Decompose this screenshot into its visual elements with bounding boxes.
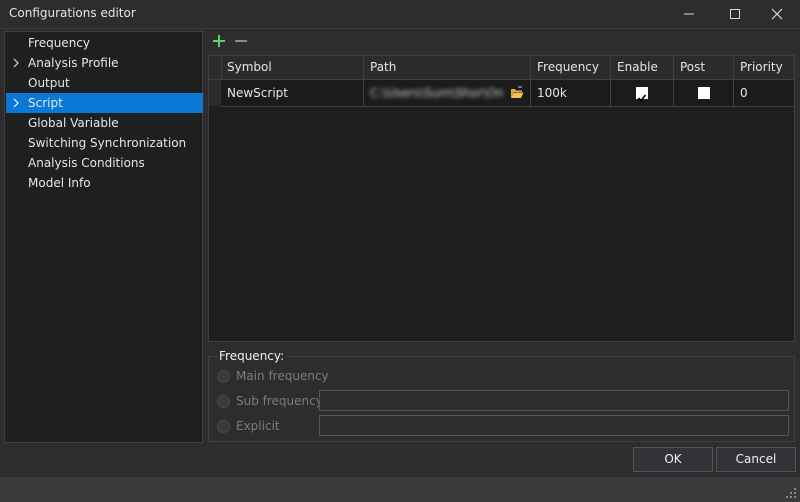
title-bar: Configurations editor [0, 0, 800, 29]
window-title: Configurations editor [9, 6, 136, 20]
status-bar [0, 476, 800, 502]
maximize-icon [730, 9, 740, 19]
nav-item-label: Analysis Profile [28, 56, 119, 70]
chevron-right-icon[interactable] [11, 56, 21, 70]
enable-checkbox[interactable] [636, 87, 648, 102]
cell-post[interactable] [674, 80, 734, 106]
add-script-button[interactable] [211, 33, 227, 49]
nav-item-label: Output [28, 76, 70, 90]
main-frequency-radio[interactable] [217, 370, 230, 383]
grid-header: Symbol Path Frequency Enable Post Priori… [209, 56, 794, 80]
cell-enable[interactable] [611, 80, 674, 106]
nav-item-label: Script [28, 96, 63, 110]
ok-button[interactable]: OK [633, 447, 713, 472]
sub-frequency-label: Sub frequency [236, 394, 323, 408]
nav-item-switching-synchronization[interactable]: Switching Synchronization [6, 133, 203, 153]
column-header-enable[interactable]: Enable [611, 56, 674, 79]
nav-item-label: Analysis Conditions [28, 156, 145, 170]
column-header-post[interactable]: Post [674, 56, 734, 79]
minimize-icon [684, 13, 694, 15]
column-header-symbol[interactable]: Symbol [221, 56, 364, 79]
cell-symbol[interactable]: NewScript [221, 80, 364, 106]
table-row[interactable]: NewScript C:\Users\Sum\Shor\On 100k 0 [221, 80, 794, 107]
minimize-button[interactable] [666, 0, 712, 28]
config-nav-panel: Frequency Analysis Profile Output Script… [4, 31, 203, 443]
script-grid: Symbol Path Frequency Enable Post Priori… [208, 55, 795, 342]
nav-item-global-variable[interactable]: Global Variable [6, 113, 203, 133]
nav-item-model-info[interactable]: Model Info [6, 173, 203, 193]
cancel-button[interactable]: Cancel [716, 447, 796, 472]
nav-item-script[interactable]: Script [6, 93, 203, 113]
explicit-radio[interactable] [217, 420, 230, 433]
column-header-priority[interactable]: Priority [734, 56, 794, 79]
minus-icon [235, 40, 247, 42]
nav-item-label: Switching Synchronization [28, 136, 187, 150]
cell-priority[interactable]: 0 [734, 80, 794, 106]
path-value: C:\Users\Sum\Shor\On [370, 86, 504, 100]
nav-item-analysis-profile[interactable]: Analysis Profile [6, 53, 203, 73]
nav-item-analysis-conditions[interactable]: Analysis Conditions [6, 153, 203, 173]
sub-frequency-radio[interactable] [217, 395, 230, 408]
chevron-right-icon[interactable] [11, 96, 21, 110]
folder-open-icon[interactable] [510, 86, 524, 99]
close-icon [771, 8, 783, 20]
sub-frequency-input[interactable] [319, 390, 789, 411]
remove-script-button[interactable] [233, 33, 249, 49]
nav-item-frequency[interactable]: Frequency [6, 33, 203, 53]
frequency-group-title: Frequency: [218, 349, 286, 363]
nav-item-label: Frequency [28, 36, 90, 50]
nav-item-output[interactable]: Output [6, 73, 203, 93]
post-checkbox[interactable] [698, 87, 710, 99]
explicit-input[interactable] [319, 415, 789, 436]
plus-icon [213, 35, 225, 47]
close-button[interactable] [754, 0, 800, 28]
checkmark-icon [637, 94, 647, 102]
column-header-frequency[interactable]: Frequency [531, 56, 611, 79]
explicit-label: Explicit [236, 419, 280, 433]
nav-item-label: Model Info [28, 176, 91, 190]
column-header-path[interactable]: Path [364, 56, 531, 79]
cell-frequency[interactable]: 100k [531, 80, 611, 106]
resize-grip-icon[interactable] [785, 487, 797, 499]
main-frequency-label: Main frequency [236, 369, 329, 383]
maximize-button[interactable] [712, 0, 758, 28]
nav-item-label: Global Variable [28, 116, 119, 130]
cell-path[interactable]: C:\Users\Sum\Shor\On [364, 80, 531, 106]
